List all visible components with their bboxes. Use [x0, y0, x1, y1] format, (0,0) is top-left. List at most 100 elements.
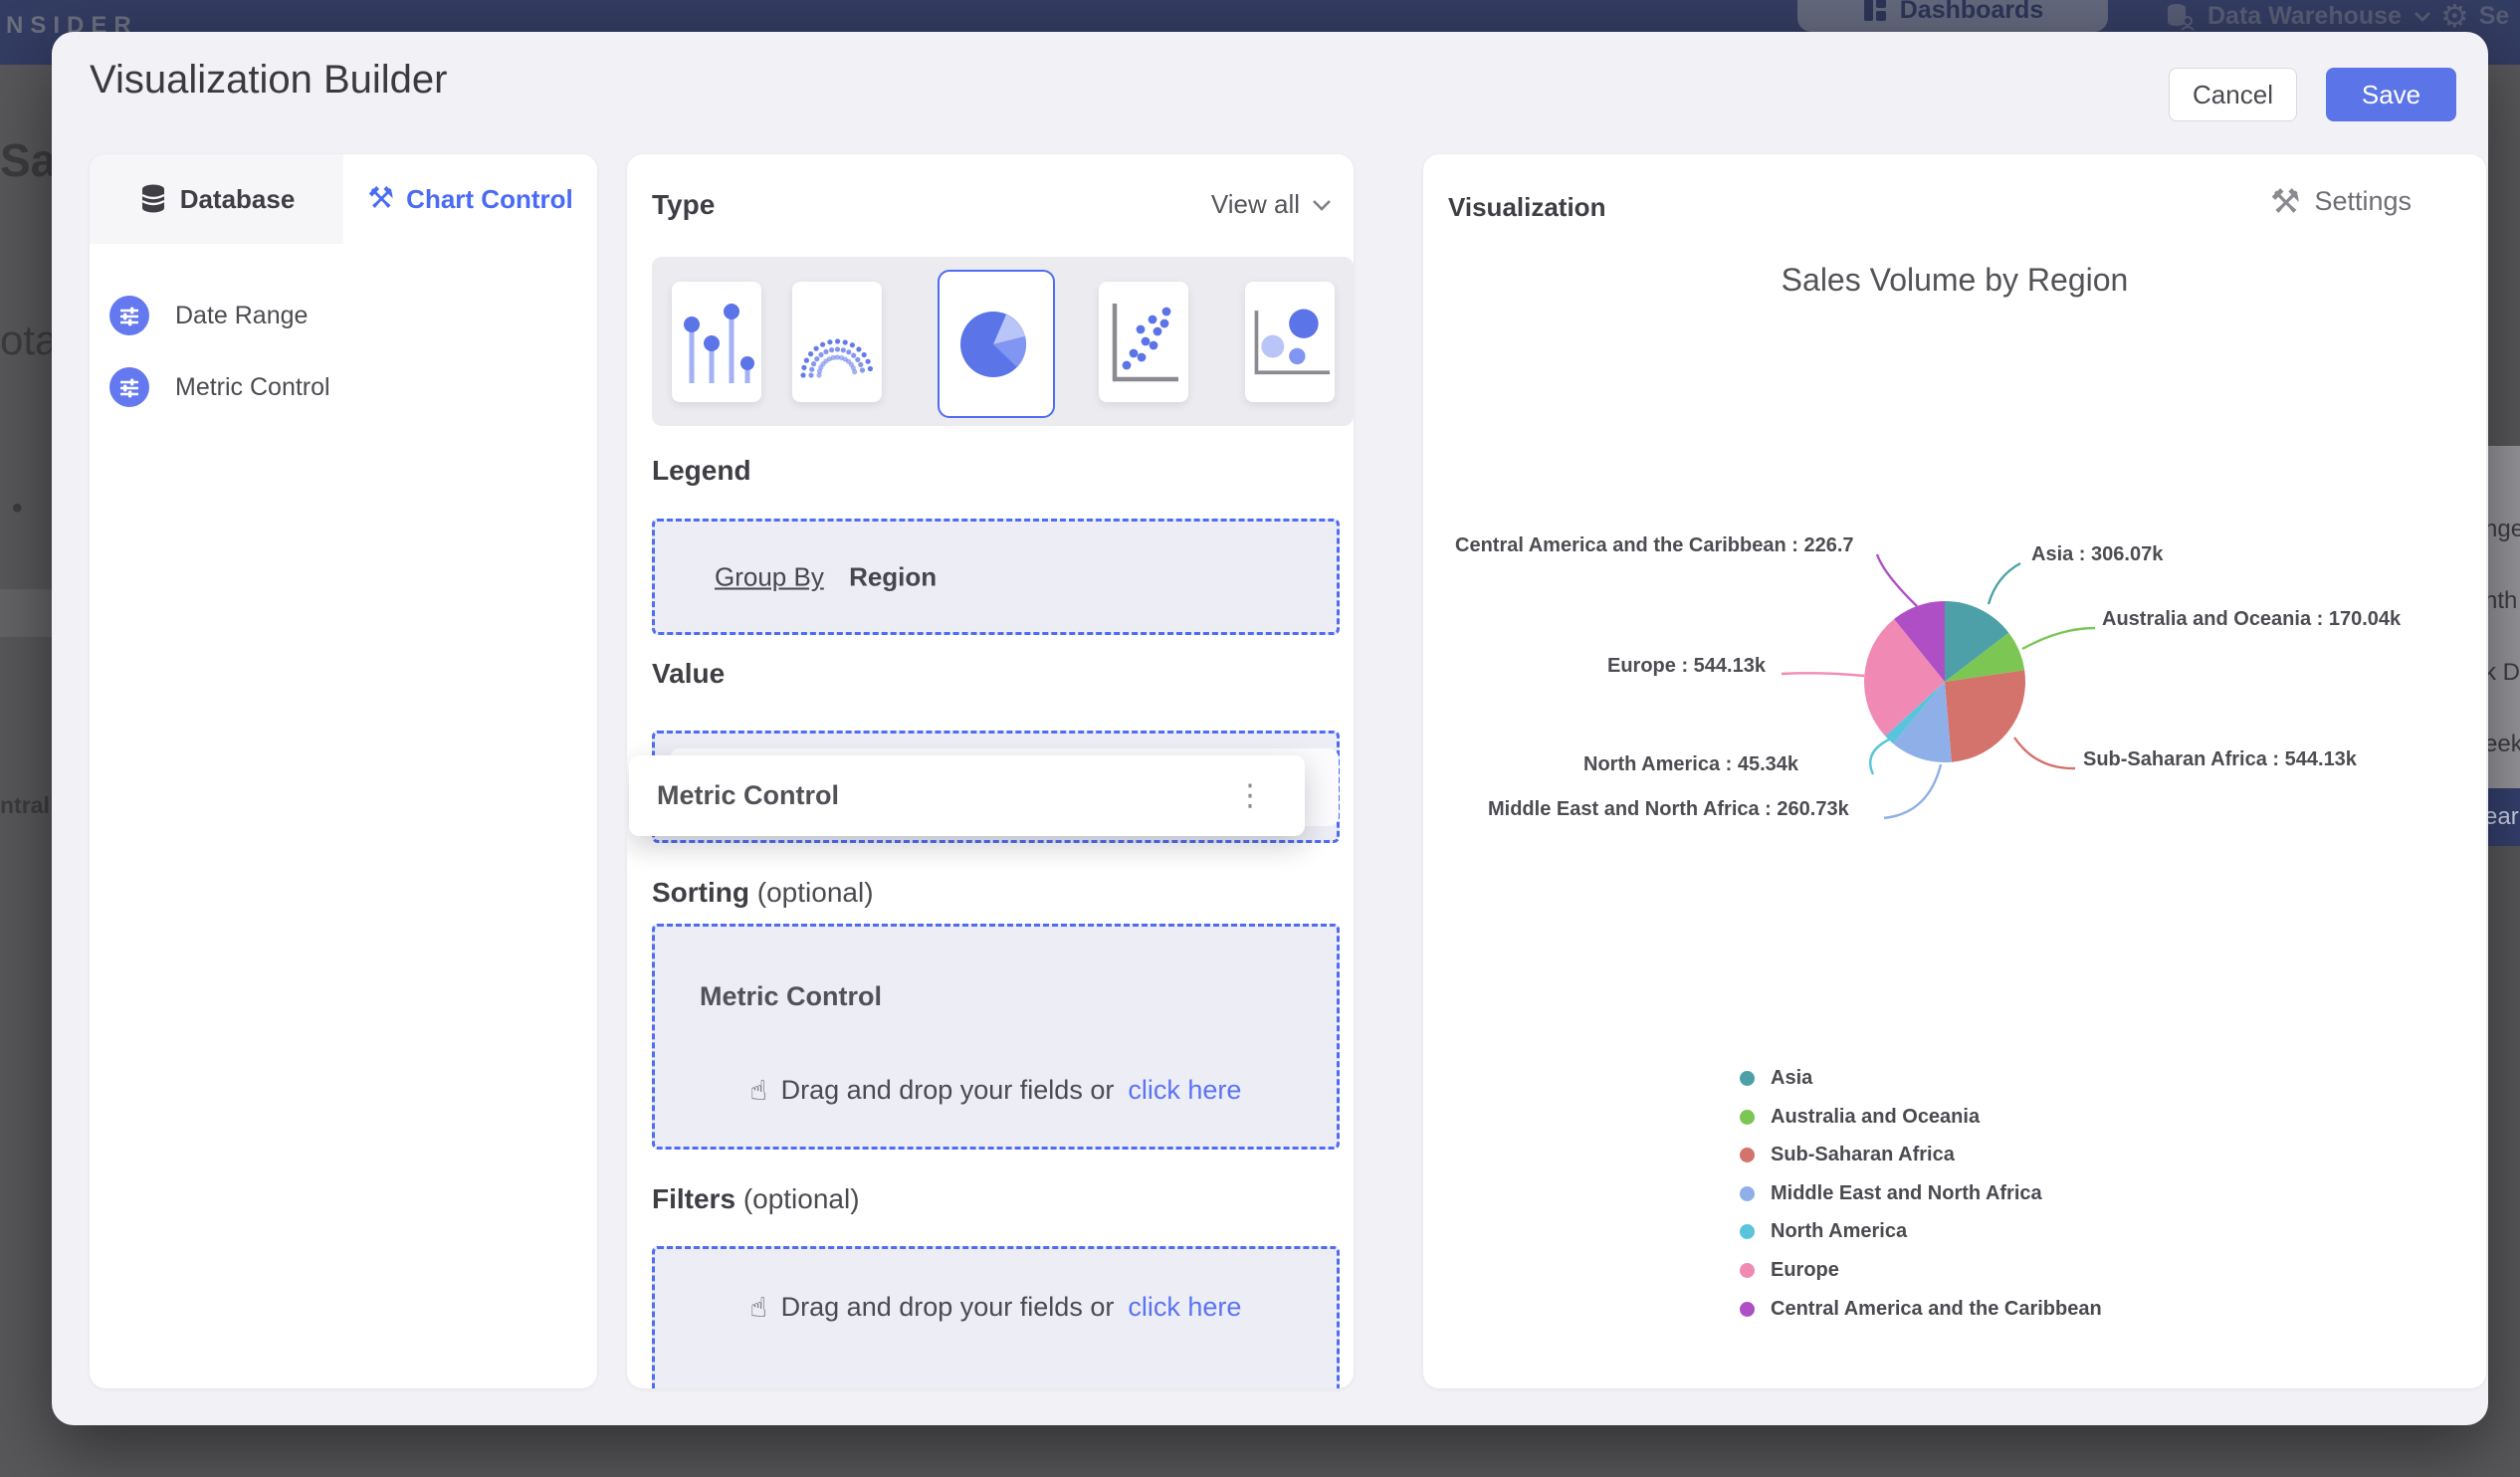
- legend-label: Central America and the Caribbean: [1771, 1297, 2102, 1320]
- nav-item-dashboards[interactable]: Dashboards: [1797, 0, 2108, 32]
- view-all-dropdown[interactable]: View all: [1211, 189, 1332, 220]
- visualization-panel: Visualization ⚒ Settings Sales Volume by…: [1423, 154, 2486, 1388]
- pie-chart: [1860, 597, 2029, 766]
- sorting-metric-label: Metric Control: [700, 981, 883, 1011]
- fields-panel-tabs: Database ⚒ Chart Control: [90, 154, 597, 244]
- chart-type-arc-dots[interactable]: [792, 282, 882, 402]
- nav-item-data-warehouse[interactable]: Data Warehouse: [2166, 2, 2431, 31]
- legend-swatch: [1740, 1263, 1755, 1278]
- optional-label: (optional): [756, 877, 874, 908]
- legend-drop-zone[interactable]: Group By Region: [652, 519, 1340, 635]
- database-icon: [141, 184, 165, 213]
- chart-type-pie[interactable]: [938, 270, 1055, 418]
- pie-slice-sub-saharan-africa[interactable]: [1945, 670, 2026, 762]
- pie-label: Asia : 306.07k: [2031, 543, 2164, 565]
- bubble-chart-icon: [1245, 282, 1335, 402]
- background-band: [0, 589, 52, 637]
- legend-swatch: [1740, 1224, 1755, 1240]
- background-menu-item: nth: [2484, 587, 2518, 614]
- chart-type-lollipop[interactable]: [672, 282, 761, 402]
- fields-panel: Database ⚒ Chart Control Date Range Metr…: [90, 154, 597, 1388]
- click-here-link[interactable]: click here: [1128, 1292, 1241, 1323]
- legend-item[interactable]: Central America and the Caribbean: [1740, 1298, 2102, 1321]
- legend-item[interactable]: Australia and Oceania: [1740, 1106, 1980, 1129]
- sidebar-item-date-range[interactable]: Date Range: [109, 296, 308, 335]
- sidebar-item-label: Date Range: [175, 301, 309, 329]
- type-section-title: Type: [652, 189, 716, 220]
- sorting-drop-zone[interactable]: Metric Control ☝ Drag and drop your fiel…: [652, 924, 1340, 1150]
- lollipop-chart-icon: [672, 282, 761, 402]
- legend-item[interactable]: Asia: [1740, 1067, 1812, 1090]
- visualization-panel-title: Visualization: [1448, 192, 1606, 222]
- save-button[interactable]: Save: [2326, 68, 2456, 121]
- legend-item[interactable]: Middle East and North Africa: [1740, 1182, 2042, 1205]
- pie-label: Europe : 544.13k: [1607, 655, 1766, 677]
- nav-item-label: Dashboards: [1899, 0, 2044, 24]
- click-hand-icon: ☝: [749, 1075, 767, 1106]
- chart-title: Sales Volume by Region: [1781, 262, 2129, 298]
- legend-label: Sub-Saharan Africa: [1771, 1144, 1955, 1166]
- chart-type-strip: [652, 257, 1354, 426]
- pie-label: Sub-Saharan Africa : 544.13k: [2083, 748, 2357, 770]
- legend-swatch: [1740, 1185, 1755, 1201]
- cancel-button[interactable]: Cancel: [2169, 68, 2297, 121]
- tab-chart-control[interactable]: ⚒ Chart Control: [343, 154, 597, 244]
- click-hand-icon: ☝: [749, 1292, 767, 1323]
- sidebar-item-metric-control[interactable]: Metric Control: [109, 367, 330, 407]
- legend-label: Europe: [1771, 1259, 1839, 1281]
- pie-label: Middle East and North Africa : 260.73k: [1488, 798, 1849, 820]
- chevron-down-icon: [2414, 11, 2431, 22]
- modal-title: Visualization Builder: [90, 58, 448, 102]
- data-warehouse-icon: [2168, 3, 2195, 31]
- optional-label: (optional): [742, 1183, 860, 1214]
- background-text-fragment: ota: [0, 316, 59, 363]
- tab-label: Database: [179, 183, 296, 214]
- legend-swatch: [1740, 1148, 1755, 1163]
- chart-type-scatter[interactable]: [1099, 282, 1188, 402]
- background-text-fragment: ntral: [0, 792, 50, 818]
- drag-drop-text: Drag and drop your fields or: [780, 1292, 1115, 1322]
- drag-drop-hint: ☝ Drag and drop your fields or click her…: [655, 1074, 1337, 1107]
- nav-item-label: Se: [2478, 1, 2510, 30]
- pie-leader-line: [1883, 763, 1943, 820]
- group-by-key[interactable]: Group By: [715, 561, 824, 591]
- pie-label: Australia and Oceania : 170.04k: [2102, 608, 2402, 630]
- pie-label: North America : 45.34k: [1583, 753, 1799, 775]
- kebab-menu-icon[interactable]: ⋮: [1235, 778, 1265, 813]
- background-bullet: •: [12, 492, 23, 525]
- tab-label: Chart Control: [406, 183, 573, 214]
- pie-leader-line: [1781, 672, 1865, 678]
- legend-label: Middle East and North Africa: [1771, 1181, 2042, 1204]
- visualization-builder-modal: Visualization Builder Cancel Save Databa…: [52, 32, 2488, 1425]
- background-menu-item: k D: [2484, 659, 2520, 686]
- legend-item[interactable]: Europe: [1740, 1259, 1839, 1282]
- pie-label: Central America and the Caribbean : 226.…: [1455, 534, 1854, 556]
- filters-drop-zone[interactable]: ☝ Drag and drop your fields or click her…: [652, 1246, 1340, 1388]
- drag-drop-text: Drag and drop your fields or: [780, 1075, 1115, 1105]
- pie-chart-icon: [940, 272, 1053, 416]
- settings-label: Settings: [2314, 186, 2412, 216]
- drag-drop-hint: ☝ Drag and drop your fields or click her…: [655, 1291, 1337, 1324]
- legend-label: North America: [1771, 1220, 1908, 1243]
- arc-dots-chart-icon: [792, 282, 882, 402]
- background-menu-item: eek: [2484, 731, 2520, 757]
- chart-type-bubble[interactable]: [1245, 282, 1335, 402]
- legend-item[interactable]: North America: [1740, 1220, 1907, 1243]
- click-here-link[interactable]: click here: [1128, 1075, 1241, 1106]
- tools-icon: ⚒: [367, 182, 395, 215]
- group-by-value[interactable]: Region: [849, 561, 937, 591]
- value-section-title: Value: [652, 658, 726, 689]
- metric-control-chip-dragging[interactable]: Metric Control ⋮: [629, 755, 1305, 836]
- chevron-down-icon: [1313, 199, 1331, 211]
- pie-leader-line: [2021, 626, 2096, 651]
- view-all-label: View all: [1210, 189, 1300, 219]
- builder-panel: Type View all Legend Group By Region Val…: [627, 154, 1354, 1388]
- tab-database[interactable]: Database: [90, 154, 343, 244]
- chart-settings-button[interactable]: ⚒ Settings: [2270, 185, 2412, 219]
- nav-item-settings[interactable]: ⚙ Se: [2440, 0, 2509, 32]
- legend-section-title: Legend: [652, 455, 751, 486]
- chip-label: Metric Control: [657, 780, 840, 810]
- legend-item[interactable]: Sub-Saharan Africa: [1740, 1144, 1955, 1166]
- background-menu-item: nge: [2484, 516, 2520, 542]
- sliders-icon: [109, 367, 149, 407]
